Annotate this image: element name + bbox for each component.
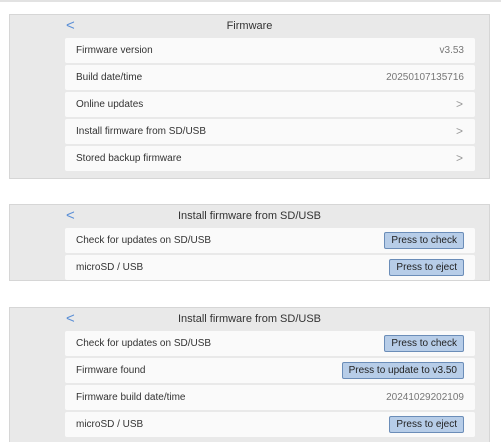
row-label: microSD / USB [76,262,144,273]
install-header: < Install firmware from SD/USB [10,205,489,227]
back-chevron-left-icon[interactable]: < [66,15,82,37]
press-to-check-button[interactable]: Press to check [384,232,464,249]
row-label: Firmware found [76,365,146,376]
microsd-usb-row: microSD / USB Press to eject [65,255,475,280]
check-updates-row: Check for updates on SD/USB Press to che… [65,331,475,356]
microsd-usb-row: microSD / USB Press to eject [65,412,475,437]
row-label: Check for updates on SD/USB [76,338,212,349]
top-divider [0,0,501,2]
chevron-right-icon: > [455,97,463,111]
row-label: Firmware build date/time [76,392,186,403]
firmware-header: < Firmware [10,15,489,37]
stored-backup-firmware-row[interactable]: Stored backup firmware > [65,146,475,171]
row-label: Install firmware from SD/USB [76,126,207,137]
row-label: microSD / USB [76,419,144,430]
press-to-update-button[interactable]: Press to update to v3.50 [341,362,464,379]
firmware-version-value: v3.53 [439,45,464,56]
build-date-value: 20250107135716 [386,72,464,83]
install-from-sd-usb-row[interactable]: Install firmware from SD/USB > [65,119,475,144]
firmware-build-date-row: Firmware build date/time 20241029202109 [65,385,475,410]
firmware-found-row: Firmware found Press to update to v3.50 [65,358,475,383]
row-label: Stored backup firmware [76,153,182,164]
row-label: Online updates [76,99,144,110]
row-label: Check for updates on SD/USB [76,235,212,246]
back-chevron-left-icon[interactable]: < [66,205,82,227]
chevron-right-icon: > [455,151,463,165]
back-chevron-left-icon[interactable]: < [66,308,82,330]
page-title: Install firmware from SD/USB [177,313,322,325]
firmware-version-row: Firmware version v3.53 [65,38,475,63]
row-label: Firmware version [76,45,153,56]
install-header: < Install firmware from SD/USB [10,308,489,330]
press-to-check-button[interactable]: Press to check [384,335,464,352]
check-updates-row: Check for updates on SD/USB Press to che… [65,228,475,253]
online-updates-row[interactable]: Online updates > [65,92,475,117]
build-date-row: Build date/time 20250107135716 [65,65,475,90]
install-panel-initial: < Install firmware from SD/USB Check for… [9,204,490,281]
press-to-eject-button[interactable]: Press to eject [389,259,464,276]
firmware-build-date-value: 20241029202109 [386,392,464,403]
install-panel-found: < Install firmware from SD/USB Check for… [9,307,490,442]
press-to-eject-button[interactable]: Press to eject [389,416,464,433]
row-label: Build date/time [76,72,143,83]
page-title: Firmware [226,20,273,32]
page-title: Install firmware from SD/USB [177,210,322,222]
chevron-right-icon: > [455,124,463,138]
firmware-panel: < Firmware Firmware version v3.53 Build … [9,14,490,179]
